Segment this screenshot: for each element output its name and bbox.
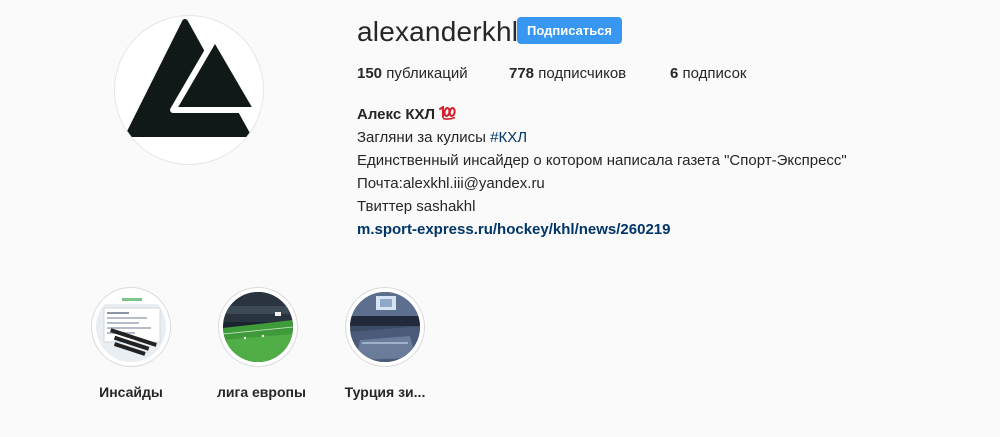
followers-stat[interactable]: 778 подписчиков [509, 64, 626, 84]
posts-stat[interactable]: 150 публикаций [357, 64, 468, 84]
highlight-item[interactable]: Инсайды [90, 287, 172, 401]
website-link[interactable]: m.sport-express.ru/hockey/khl/news/26021… [357, 221, 670, 238]
highlight-cover-arena [350, 292, 420, 362]
profile-avatar[interactable] [114, 15, 264, 165]
bio-line-1: Загляни за кулисы #КХЛ [357, 126, 847, 149]
hashtag-link[interactable]: #КХЛ [490, 129, 527, 146]
bio-text-1: Загляни за кулисы [357, 129, 491, 146]
highlight-ring[interactable] [91, 287, 171, 367]
bio-line-4: Твиттер sashakhl [357, 198, 476, 215]
following-label: подписок [678, 65, 747, 82]
highlight-item[interactable]: Турция зи... [344, 287, 426, 401]
followers-label: подписчиков [534, 65, 627, 82]
following-stat[interactable]: 6 подписок [670, 64, 746, 84]
highlight-ring[interactable] [345, 287, 425, 367]
highlight-label: лига европы [217, 384, 306, 400]
bio-name-line: Алекс КХЛ [357, 103, 847, 126]
bio-line-5: m.sport-express.ru/hockey/khl/news/26021… [357, 218, 847, 241]
100-emoji-icon [439, 106, 456, 120]
triangles-logo-icon [126, 19, 260, 137]
display-name: Алекс КХЛ [357, 106, 436, 123]
username: alexanderkhl [357, 16, 519, 47]
highlight-ring[interactable] [218, 287, 298, 367]
highlight-label: Турция зи... [344, 384, 426, 400]
follow-button[interactable]: Подписаться [517, 17, 623, 44]
highlight-cover-insides [96, 292, 166, 362]
followers-count: 778 [509, 65, 535, 82]
posts-count: 150 [357, 65, 383, 82]
highlight-item[interactable]: лига европы [217, 287, 306, 401]
highlight-cover-stadium [223, 292, 293, 362]
highlight-label: Инсайды [99, 384, 163, 400]
posts-label: публикаций [382, 65, 468, 82]
bio-line-2: Единственный инсайдер о котором написала… [357, 152, 847, 169]
profile-bio: Алекс КХЛ Загляни за кулисы #КХЛ Единств… [357, 103, 847, 241]
bio-line-3: Почта:alexkhl.iii@yandex.ru [357, 175, 545, 192]
